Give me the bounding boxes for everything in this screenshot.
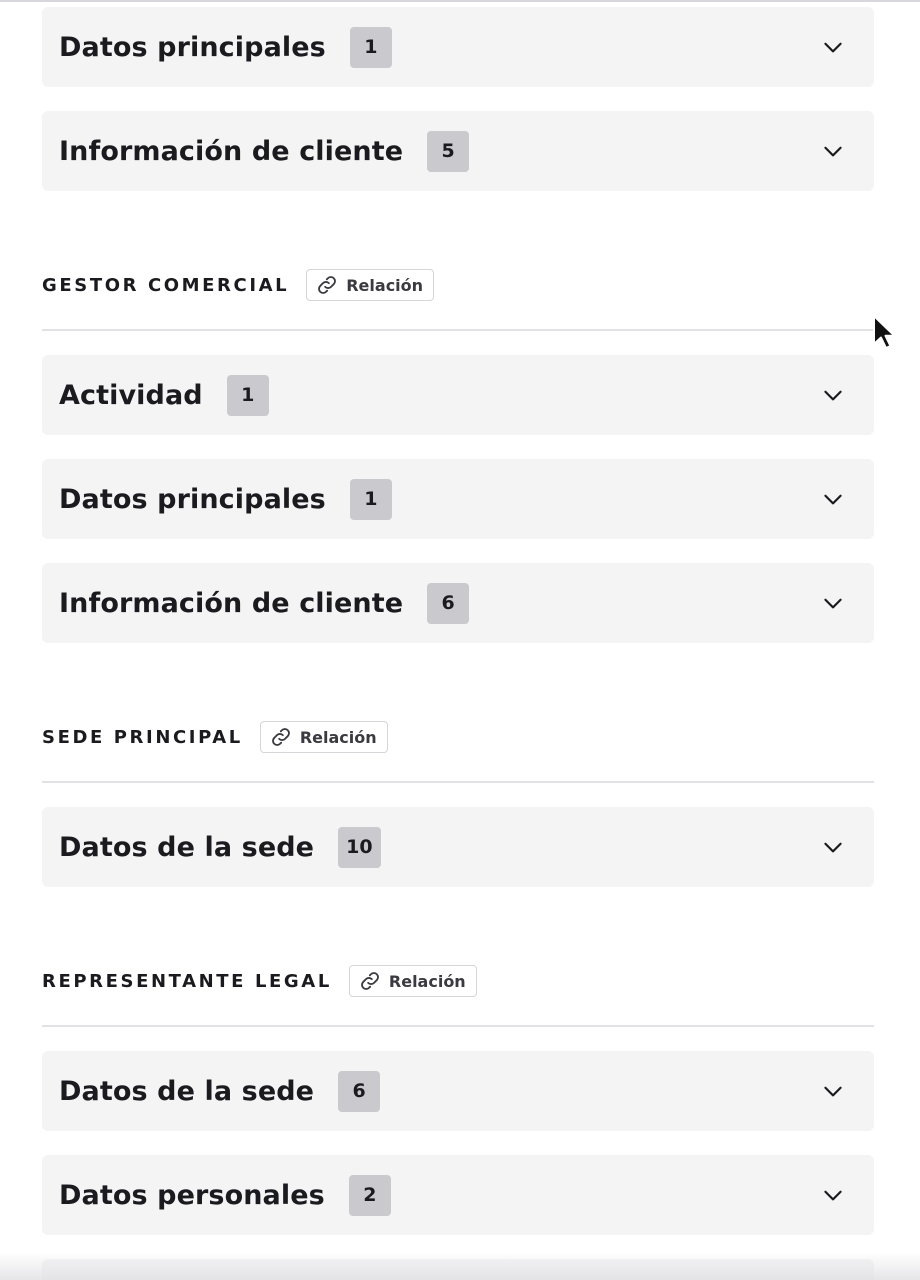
relation-badge: Relación (306, 269, 435, 301)
accordion-title: Actividad (59, 379, 203, 411)
relation-badge: Relación (259, 721, 388, 753)
field-count-badge: 10 (338, 826, 381, 868)
accordion-datos-de-la-sede[interactable]: Datos de la sede 10 (42, 807, 874, 887)
link-icon (318, 276, 337, 294)
section-label: SEDE PRINCIPAL (42, 726, 243, 748)
accordion-datos-personales[interactable]: Datos personales 2 (42, 1155, 874, 1235)
section-label: GESTOR COMERCIAL (42, 274, 290, 296)
accordion-datos-principales[interactable]: Datos principales 1 (42, 7, 874, 87)
relation-badge: Relación (348, 965, 477, 997)
accordion-datos-de-la-sede[interactable]: Datos de la sede 6 (42, 1051, 874, 1131)
record-detail-panel: Datos principales 1 Información de clien… (0, 0, 920, 1280)
mouse-pointer-icon (873, 315, 896, 349)
accordion-title: Datos de la sede (59, 1075, 315, 1107)
chevron-down-icon[interactable] (820, 34, 846, 60)
field-count-badge: 1 (349, 26, 392, 68)
chevron-down-icon[interactable] (820, 1182, 846, 1208)
field-count-badge: 1 (349, 478, 392, 520)
section-divider (42, 781, 874, 783)
accordion-informacion-de-cliente[interactable]: Información de cliente 5 (42, 111, 874, 191)
field-count-badge: 6 (427, 582, 470, 624)
section-header-representante-legal: REPRESENTANTE LEGAL Relación (42, 951, 874, 1011)
accordion-title: Información de cliente (59, 587, 404, 619)
field-count-badge: 1 (226, 374, 269, 416)
link-icon (271, 728, 290, 746)
chevron-down-icon[interactable] (820, 486, 846, 512)
accordion-title: Datos de la sede (59, 831, 315, 863)
section-header-gestor-comercial: GESTOR COMERCIAL Relación (42, 255, 874, 315)
section-divider (42, 1025, 874, 1027)
relation-label: Relación (346, 275, 424, 295)
chevron-down-icon[interactable] (820, 590, 846, 616)
accordion-datos-principales[interactable]: Datos principales 1 (42, 459, 874, 539)
section-divider (42, 329, 874, 331)
link-icon (360, 972, 379, 990)
field-count-badge: 5 (427, 130, 470, 172)
relation-label: Relación (299, 727, 377, 747)
field-count-badge: 6 (338, 1070, 381, 1112)
chevron-down-icon[interactable] (820, 138, 846, 164)
accordion-title: Datos principales (59, 31, 326, 63)
field-count-badge: 2 (348, 1174, 391, 1216)
accordion-title: Datos principales (59, 483, 326, 515)
section-label: REPRESENTANTE LEGAL (42, 970, 332, 992)
chevron-down-icon[interactable] (820, 834, 846, 860)
accordion-partial[interactable] (42, 1259, 874, 1280)
accordion-actividad[interactable]: Actividad 1 (42, 355, 874, 435)
relation-label: Relación (388, 971, 466, 991)
section-header-sede-principal: SEDE PRINCIPAL Relación (42, 707, 874, 767)
accordion-title: Datos personales (59, 1179, 325, 1211)
accordion-informacion-de-cliente[interactable]: Información de cliente 6 (42, 563, 874, 643)
chevron-down-icon[interactable] (820, 382, 846, 408)
chevron-down-icon[interactable] (820, 1078, 846, 1104)
accordion-title: Información de cliente (59, 135, 404, 167)
